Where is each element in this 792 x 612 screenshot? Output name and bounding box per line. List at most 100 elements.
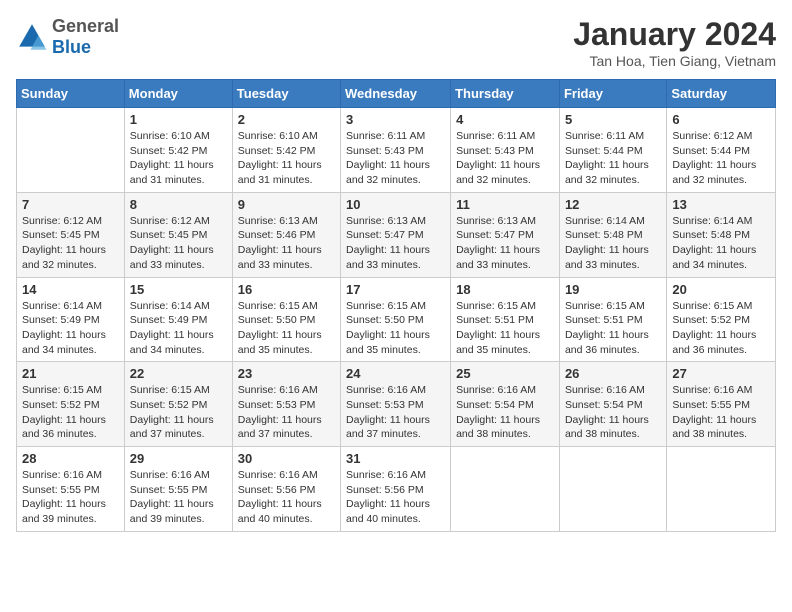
day-info: Sunrise: 6:10 AMSunset: 5:42 PMDaylight:… [130,129,227,188]
day-cell: 13Sunrise: 6:14 AMSunset: 5:48 PMDayligh… [667,192,776,277]
day-number: 4 [456,112,554,127]
day-cell: 1 Sunrise: 6:10 AMSunset: 5:42 PMDaylight… [124,108,232,193]
day-cell: 5 Sunrise: 6:11 AMSunset: 5:44 PMDaylight… [559,108,666,193]
day-cell: 18 Sunrise: 6:15 AMSunset: 5:51 PMDayligh… [451,277,560,362]
day-number: 3 [346,112,445,127]
day-cell: 19 Sunrise: 6:15 AMSunset: 5:51 PMDayligh… [559,277,666,362]
day-number: 22 [130,366,227,381]
day-number: 29 [130,451,227,466]
day-number: 28 [22,451,119,466]
week-row-4: 21 Sunrise: 6:15 AMSunset: 5:52 PMDayligh… [17,362,776,447]
header-thursday: Thursday [451,80,560,108]
day-cell: 17Sunrise: 6:15 AMSunset: 5:50 PMDayligh… [341,277,451,362]
day-number: 20 [672,282,770,297]
day-cell: 9 Sunrise: 6:13 AMSunset: 5:46 PMDaylight… [232,192,340,277]
day-info: Sunrise: 6:12 AMSunset: 5:45 PMDaylight:… [22,214,119,273]
day-info: Sunrise: 6:12 AMSunset: 5:45 PMDaylight:… [130,214,227,273]
day-number: 19 [565,282,661,297]
day-cell: 22 Sunrise: 6:15 AMSunset: 5:52 PMDayligh… [124,362,232,447]
day-info: Sunrise: 6:14 AMSunset: 5:49 PMDaylight:… [22,299,119,358]
day-info: Sunrise: 6:16 AMSunset: 5:55 PMDaylight:… [130,468,227,527]
day-number: 21 [22,366,119,381]
day-number: 18 [456,282,554,297]
location: Tan Hoa, Tien Giang, Vietnam [573,53,776,69]
day-number: 11 [456,197,554,212]
day-number: 27 [672,366,770,381]
day-number: 9 [238,197,335,212]
day-number: 5 [565,112,661,127]
day-info: Sunrise: 6:15 AMSunset: 5:51 PMDaylight:… [456,299,554,358]
day-number: 1 [130,112,227,127]
day-cell: 31Sunrise: 6:16 AMSunset: 5:56 PMDayligh… [341,447,451,532]
logo-icon [16,21,48,53]
day-info: Sunrise: 6:14 AMSunset: 5:49 PMDaylight:… [130,299,227,358]
day-info: Sunrise: 6:16 AMSunset: 5:54 PMDaylight:… [565,383,661,442]
day-cell: 14 Sunrise: 6:14 AMSunset: 5:49 PMDayligh… [17,277,125,362]
day-cell: 26Sunrise: 6:16 AMSunset: 5:54 PMDayligh… [559,362,666,447]
logo-blue: Blue [52,37,119,58]
header-sunday: Sunday [17,80,125,108]
day-info: Sunrise: 6:13 AMSunset: 5:46 PMDaylight:… [238,214,335,273]
day-info: Sunrise: 6:11 AMSunset: 5:43 PMDaylight:… [456,129,554,188]
day-info: Sunrise: 6:16 AMSunset: 5:56 PMDaylight:… [346,468,445,527]
day-info: Sunrise: 6:16 AMSunset: 5:55 PMDaylight:… [22,468,119,527]
logo-text: General Blue [52,16,119,58]
header-friday: Friday [559,80,666,108]
day-number: 10 [346,197,445,212]
day-cell: 6 Sunrise: 6:12 AMSunset: 5:44 PMDaylight… [667,108,776,193]
day-number: 7 [22,197,119,212]
day-info: Sunrise: 6:15 AMSunset: 5:52 PMDaylight:… [22,383,119,442]
day-cell: 7 Sunrise: 6:12 AMSunset: 5:45 PMDaylight… [17,192,125,277]
day-number: 2 [238,112,335,127]
day-number: 24 [346,366,445,381]
day-cell: 29 Sunrise: 6:16 AMSunset: 5:55 PMDayligh… [124,447,232,532]
day-number: 23 [238,366,335,381]
day-info: Sunrise: 6:14 AMSunset: 5:48 PMDaylight:… [672,214,770,273]
header-row: SundayMondayTuesdayWednesdayThursdayFrid… [17,80,776,108]
day-cell: 25 Sunrise: 6:16 AMSunset: 5:54 PMDayligh… [451,362,560,447]
day-cell: 20Sunrise: 6:15 AMSunset: 5:52 PMDayligh… [667,277,776,362]
day-number: 14 [22,282,119,297]
day-info: Sunrise: 6:14 AMSunset: 5:48 PMDaylight:… [565,214,661,273]
day-info: Sunrise: 6:15 AMSunset: 5:51 PMDaylight:… [565,299,661,358]
day-info: Sunrise: 6:16 AMSunset: 5:53 PMDaylight:… [346,383,445,442]
day-info: Sunrise: 6:15 AMSunset: 5:50 PMDaylight:… [238,299,335,358]
day-cell: 28 Sunrise: 6:16 AMSunset: 5:55 PMDayligh… [17,447,125,532]
day-number: 16 [238,282,335,297]
day-info: Sunrise: 6:12 AMSunset: 5:44 PMDaylight:… [672,129,770,188]
day-number: 12 [565,197,661,212]
header-saturday: Saturday [667,80,776,108]
day-info: Sunrise: 6:11 AMSunset: 5:43 PMDaylight:… [346,129,445,188]
day-cell: 2Sunrise: 6:10 AMSunset: 5:42 PMDaylight… [232,108,340,193]
week-row-3: 14 Sunrise: 6:14 AMSunset: 5:49 PMDayligh… [17,277,776,362]
day-info: Sunrise: 6:11 AMSunset: 5:44 PMDaylight:… [565,129,661,188]
day-cell [17,108,125,193]
day-cell: 3 Sunrise: 6:11 AMSunset: 5:43 PMDaylight… [341,108,451,193]
calendar-table: SundayMondayTuesdayWednesdayThursdayFrid… [16,79,776,532]
month-title: January 2024 [573,16,776,53]
header-monday: Monday [124,80,232,108]
day-number: 30 [238,451,335,466]
day-cell: 10 Sunrise: 6:13 AMSunset: 5:47 PMDayligh… [341,192,451,277]
day-info: Sunrise: 6:15 AMSunset: 5:52 PMDaylight:… [130,383,227,442]
header-tuesday: Tuesday [232,80,340,108]
day-info: Sunrise: 6:13 AMSunset: 5:47 PMDaylight:… [456,214,554,273]
day-cell: 12 Sunrise: 6:14 AMSunset: 5:48 PMDayligh… [559,192,666,277]
week-row-2: 7 Sunrise: 6:12 AMSunset: 5:45 PMDaylight… [17,192,776,277]
day-number: 15 [130,282,227,297]
title-section: January 2024 Tan Hoa, Tien Giang, Vietna… [573,16,776,69]
day-cell: 21 Sunrise: 6:15 AMSunset: 5:52 PMDayligh… [17,362,125,447]
day-number: 25 [456,366,554,381]
day-cell: 30Sunrise: 6:16 AMSunset: 5:56 PMDayligh… [232,447,340,532]
day-info: Sunrise: 6:16 AMSunset: 5:54 PMDaylight:… [456,383,554,442]
day-number: 6 [672,112,770,127]
day-info: Sunrise: 6:16 AMSunset: 5:55 PMDaylight:… [672,383,770,442]
day-cell: 23Sunrise: 6:16 AMSunset: 5:53 PMDayligh… [232,362,340,447]
day-number: 8 [130,197,227,212]
day-info: Sunrise: 6:15 AMSunset: 5:50 PMDaylight:… [346,299,445,358]
day-cell: 11 Sunrise: 6:13 AMSunset: 5:47 PMDayligh… [451,192,560,277]
day-cell: 16 Sunrise: 6:15 AMSunset: 5:50 PMDayligh… [232,277,340,362]
day-cell: 8 Sunrise: 6:12 AMSunset: 5:45 PMDaylight… [124,192,232,277]
day-info: Sunrise: 6:13 AMSunset: 5:47 PMDaylight:… [346,214,445,273]
page-header: General Blue January 2024 Tan Hoa, Tien … [16,16,776,69]
